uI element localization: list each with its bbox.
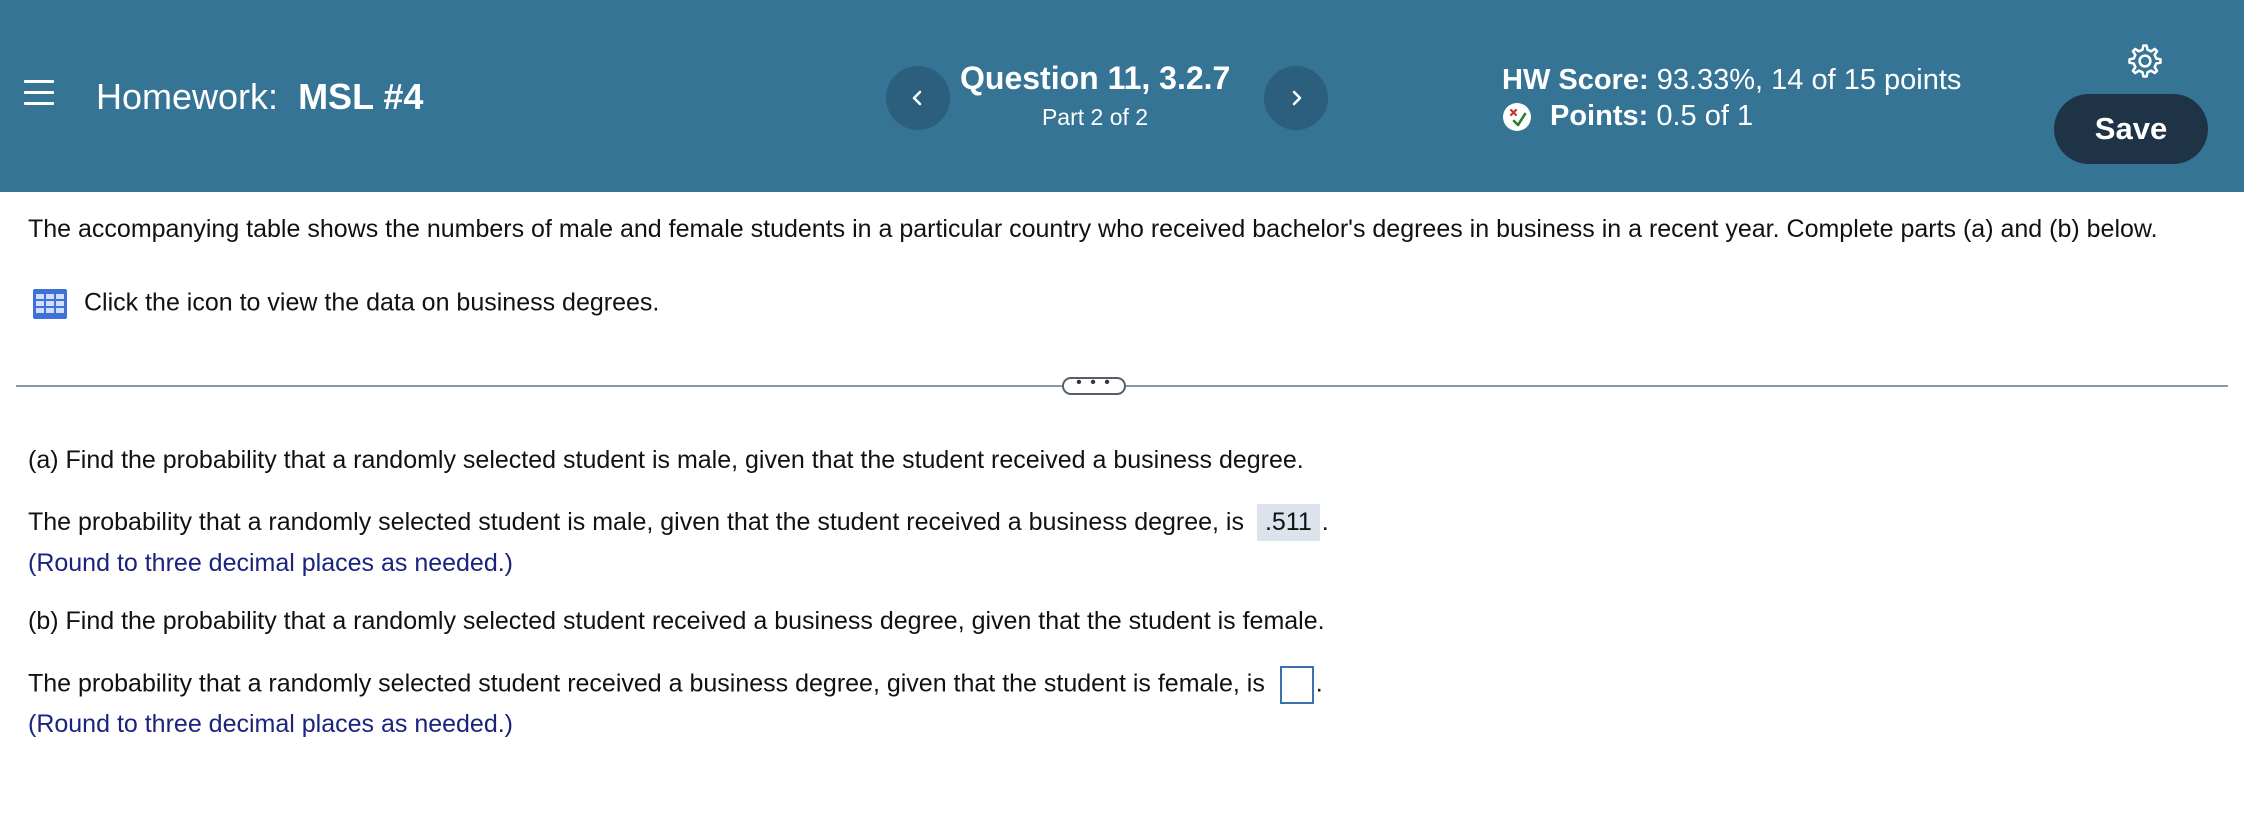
table-icon[interactable] — [32, 288, 68, 320]
save-button[interactable]: Save — [2054, 94, 2208, 164]
next-question-button[interactable] — [1264, 66, 1328, 130]
points-label: Points: — [1550, 100, 1649, 132]
problem-statement: The accompanying table shows the numbers… — [28, 215, 2158, 243]
top-bar: Homework: MSL #4 Question 11, 3.2.7 Part… — [0, 0, 2244, 192]
part-b-question: (b) Find the probability that a randomly… — [28, 607, 1325, 635]
homework-label: Homework: — [96, 76, 279, 117]
homework-name: MSL #4 — [298, 76, 424, 117]
previous-question-button[interactable] — [886, 66, 950, 130]
part-b-answer-suffix: . — [1315, 669, 1323, 698]
part-b-answer-prefix: The probability that a randomly selected… — [28, 669, 1265, 698]
part-b-answer-line: The probability that a randomly selected… — [28, 666, 1323, 704]
part-a-question: (a) Find the probability that a randomly… — [28, 446, 1304, 474]
question-part: Part 2 of 2 — [1041, 104, 1149, 130]
part-a-answer-line: The probability that a randomly selected… — [28, 504, 1329, 541]
part-b-hint: (Round to three decimal places as needed… — [28, 710, 514, 738]
part-a-answer-suffix: . — [1321, 508, 1329, 536]
question-title: Question 11, 3.2.7 — [960, 60, 1231, 96]
part-b-answer-field[interactable] — [1279, 666, 1314, 704]
homework-title: Homework: MSL #4 — [96, 76, 423, 118]
partial-credit-icon — [1503, 103, 1531, 132]
hw-score-value: 93.33%, 14 of 15 points — [1656, 64, 1962, 96]
chevron-left-icon — [912, 90, 922, 106]
hw-score: HW Score: 93.33%, 14 of 15 points — [1502, 64, 1961, 97]
part-a-answer-field[interactable]: .511 — [1256, 504, 1320, 541]
part-a-answer-prefix: The probability that a randomly selected… — [28, 508, 1244, 536]
expand-handle[interactable]: • • • — [1062, 375, 1126, 395]
menu-icon[interactable] — [24, 80, 54, 110]
gear-icon[interactable] — [2126, 42, 2164, 80]
hw-score-label: HW Score: — [1502, 64, 1649, 96]
chevron-right-icon — [1292, 90, 1302, 106]
points: Points: 0.5 of 1 — [1502, 100, 1753, 133]
view-data-label: Click the icon to view the data on busin… — [84, 288, 660, 317]
points-value: 0.5 of 1 — [1656, 100, 1754, 132]
part-a-hint: (Round to three decimal places as needed… — [28, 549, 514, 577]
view-data-link[interactable]: Click the icon to view the data on busin… — [32, 288, 659, 320]
